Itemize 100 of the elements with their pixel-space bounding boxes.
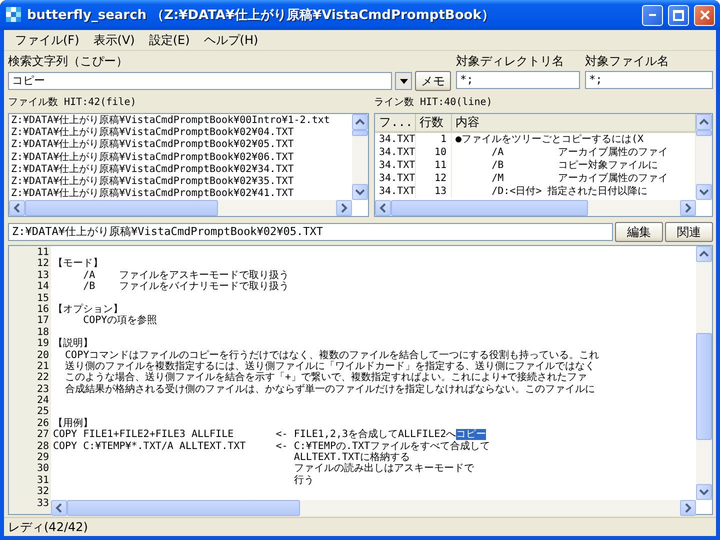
line-number: 26 [36,418,50,430]
close-button[interactable] [694,4,715,26]
text-line: ALLTEXT.TXTに格納する [292,452,410,464]
vertical-scrollbar[interactable] [696,114,712,200]
scroll-down-button[interactable] [696,484,712,500]
line-number: 28 [36,440,50,452]
memo-button[interactable]: メモ [415,71,451,91]
file-list-item[interactable]: Z:¥DATA¥仕上がり原稿¥VistaCmdPromptBook¥02¥35.TXT [11,176,350,188]
toolbar-button[interactable]: 編集 [615,222,663,242]
line-number: 31 [36,474,50,486]
text-line: ファイルの読み出しはアスキーモードで [292,463,474,474]
scroll-right-button[interactable] [680,500,696,516]
scroll-thumb[interactable] [696,333,712,440]
file-name-label: 対象ファイル名 [585,53,670,69]
menu-item[interactable]: 設定(E) [142,30,197,50]
scroll-down-button[interactable] [352,184,368,200]
directory-field[interactable]: *; [456,71,580,89]
text-line: 送り側のファイルを複数指定するには、送り側ファイルに「ワイルドカード」を指定する、送り側にファイルではなく [64,360,596,372]
table-cell: 13 [415,185,451,198]
scroll-right-button[interactable] [336,200,352,216]
text-line: COPY C:¥TEMP¥*.TXT/A ALLTEXT.TXT <- C:¥TEMPの.TXTファイルをすべて合成して [53,440,490,452]
maximize-button[interactable] [668,4,689,26]
scroll-thumb[interactable] [352,130,368,136]
scroll-left-button[interactable] [51,500,67,516]
column-header[interactable]: フ... [375,114,415,132]
table-cell: 11 [415,159,451,172]
text-line: /A ファイルをアスキーモードで取り扱う [82,270,290,281]
table-cell: 10 [415,146,451,159]
scroll-left-button[interactable] [9,200,25,216]
line-number: 21 [36,360,50,372]
line-number: 18 [36,326,50,338]
file-name-field[interactable]: *; [585,71,713,89]
scroll-thumb[interactable] [25,200,218,216]
menu-item[interactable]: ファイル(F) [8,30,86,50]
selected-text: コピー [456,429,486,440]
text-line: 行う [292,474,314,486]
line-number: 20 [36,350,50,361]
close-icon [700,10,710,20]
table-cell: 34.TXT [375,159,415,172]
path-field[interactable]: Z:¥DATA¥仕上がり原稿¥VistaCmdPromptBook¥02¥05.TXT [8,223,613,241]
scroll-up-button[interactable] [696,246,712,262]
column-header[interactable]: 行数 [415,114,451,132]
table-cell: 12 [415,172,451,185]
file-list-item[interactable]: Z:¥DATA¥仕上がり原稿¥VistaCmdPromptBook¥02¥41.TXT [11,188,350,200]
status-bar: レディ(42/42) [4,517,716,536]
vertical-scrollbar[interactable] [696,246,712,500]
search-label: 検索文字列（こぴー） [8,53,129,69]
menu-item[interactable]: ヘルプ(H) [196,30,266,50]
text-line: /B ファイルをバイナリモードで取り扱う [82,281,290,292]
scroll-up-button[interactable] [696,114,712,130]
scroll-left-button[interactable] [375,200,391,216]
line-number: 33 [36,498,50,509]
caret-icon [400,78,408,84]
maximize-icon [673,10,684,20]
file-count-label: ファイル数 HIT:42(file) [8,96,138,110]
line-number: 22 [36,372,50,384]
line-number: 12 [36,258,50,270]
horizontal-scrollbar[interactable] [375,200,696,216]
line-number: 27 [36,429,50,441]
file-list-item[interactable]: Z:¥DATA¥仕上がり原稿¥VistaCmdPromptBook¥00Intro¥1-2.txt [11,115,350,128]
minimize-button[interactable] [642,4,663,26]
window-title: butterfly_search （Z:¥DATA¥仕上がり原稿¥VistaCmdPromptBook） [27,6,496,24]
file-list-item[interactable]: Z:¥DATA¥仕上がり原稿¥VistaCmdPromptBook¥02¥34.TXT [11,164,350,176]
text-line: COPYコマンドはファイルのコピーを行うだけではなく、複数のファイルを結合して一つにする役割も持っている。これ [64,350,600,361]
text-line: COPY FILE1+FILE2+FILE3 ALLFILE <- FILE1,2,3を合成してALLFILE2へ [53,429,456,440]
scroll-up-button[interactable] [352,114,368,130]
text-line: このような場合、送り側ファイルを結合を示す「+」で繋いで、複数指定すればよい。これにより+で接続されたファ [64,372,588,384]
search-field[interactable]: コピー [8,72,392,90]
line-number: 14 [36,281,50,293]
line-number: 23 [36,384,50,396]
toolbar-button[interactable]: 関連 [665,222,713,242]
horizontal-scrollbar[interactable] [51,500,696,516]
line-number: 16 [36,304,50,316]
line-number: 29 [36,452,50,464]
column-header[interactable]: 内容 [451,114,696,132]
scroll-right-button[interactable] [680,200,696,216]
line-number: 30 [36,463,50,475]
table-cell: 34.TXT [375,172,415,185]
scroll-thumb[interactable] [696,130,712,136]
scroll-down-button[interactable] [696,184,712,200]
scroll-thumb[interactable] [67,500,300,516]
line-number: 13 [36,270,50,282]
scroll-thumb[interactable] [391,200,588,216]
text-line: COPYの項を参照 [82,315,158,326]
table-cell: 34.TXT [375,132,415,146]
text-line: 【説明】 [53,338,93,350]
line-number: 15 [36,292,50,304]
line-number: 19 [36,338,50,350]
file-list-item[interactable]: Z:¥DATA¥仕上がり原稿¥VistaCmdPromptBook¥02¥04.TXT [11,127,350,140]
line-number: 11 [36,247,50,258]
directory-label: 対象ディレクトリ名 [456,53,565,69]
horizontal-scrollbar[interactable] [9,200,352,216]
file-list-item[interactable]: Z:¥DATA¥仕上がり原稿¥VistaCmdPromptBook¥02¥06.TXT [11,152,350,164]
text-line: 【用例】 [53,418,93,429]
menu-item[interactable]: 表示(V) [86,30,142,50]
line-number: 24 [36,395,50,406]
text-line: 【オプション】 [53,304,123,315]
vertical-scrollbar[interactable] [352,114,368,200]
file-list-item[interactable]: Z:¥DATA¥仕上がり原稿¥VistaCmdPromptBook¥02¥05.TXT [11,139,350,152]
dropdown-button[interactable] [395,72,412,90]
